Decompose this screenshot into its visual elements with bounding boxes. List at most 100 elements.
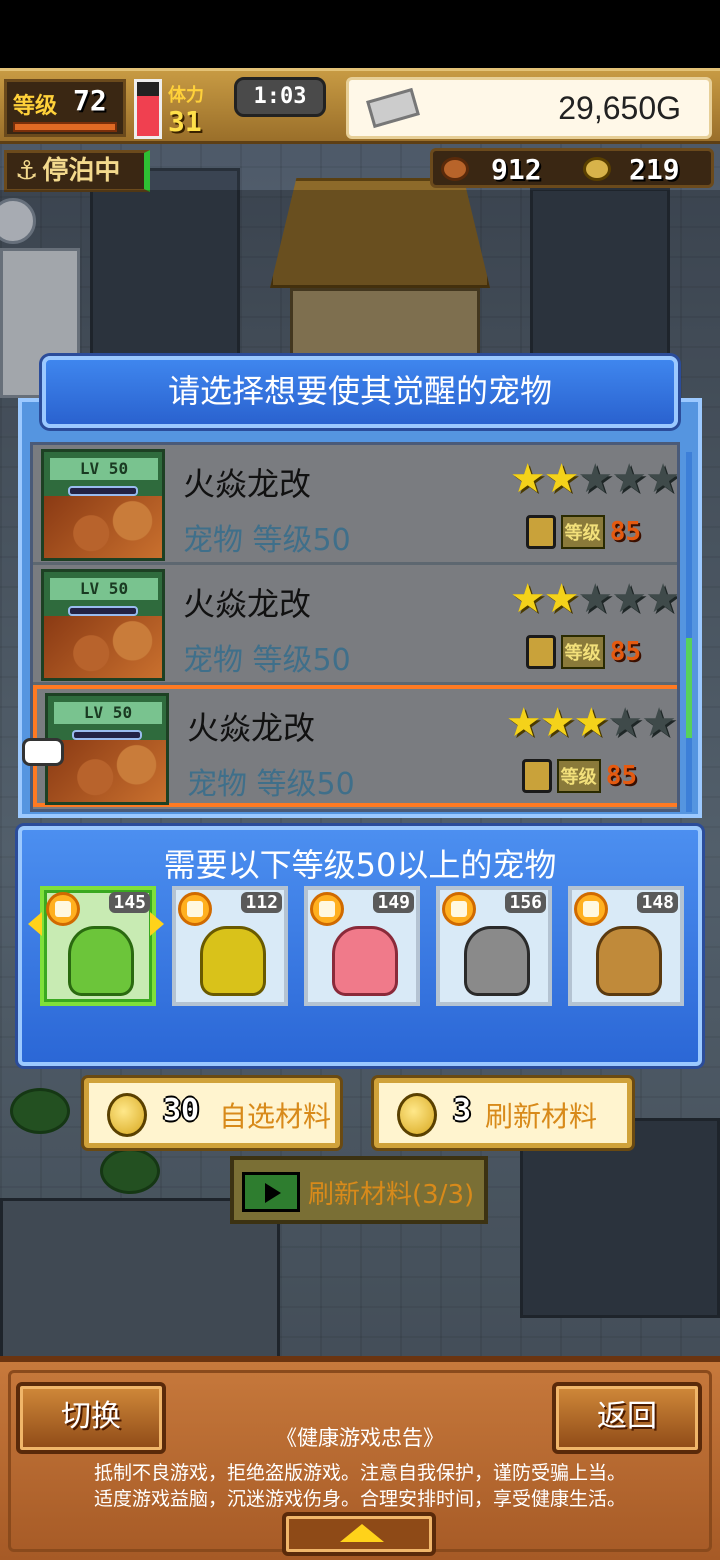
- harbor-status[interactable]: ⚓ 停泊中: [4, 150, 150, 192]
- refresh-material-button[interactable]: 3 刷新材料: [374, 1078, 632, 1148]
- material-panel: 需要以下等级50以上的宠物 145 112 149 156 148: [18, 826, 702, 1066]
- video-refresh-label: 刷新材料(3/3): [308, 1180, 475, 1210]
- stamina-box: 体力 31: [168, 81, 204, 137]
- dialog-title-bar: 请选择想要使其觉醒的宠物: [42, 356, 678, 428]
- coin-badge-icon: [46, 892, 80, 926]
- level-value: 72: [73, 84, 107, 117]
- lock-icon: [521, 759, 552, 793]
- star-filled-icon: ★: [543, 456, 580, 502]
- awaken-lock: 等级 85: [521, 759, 637, 793]
- lock-icon: [525, 515, 556, 549]
- pet-name: 火焱龙改: [183, 585, 312, 623]
- awaken-lock: 等级 85: [525, 515, 641, 549]
- pet-level-tag: LV 50: [54, 702, 162, 724]
- lock-icon: [525, 635, 556, 669]
- pet-list: LV 50 火焱龙改 宠物 等级50 ★★★★★ 等级 85 LV 50 火焱龙…: [30, 442, 680, 812]
- dragon-sprite: [44, 496, 162, 558]
- star-empty-icon: ★: [577, 576, 613, 622]
- choose-label: 自选材料: [219, 1100, 332, 1133]
- stamina-label: 体力: [168, 85, 204, 106]
- armored-beast-sprite: [464, 926, 530, 996]
- pet-level-text: 宠物 等级50: [183, 643, 351, 678]
- health-notice-line: 适度游戏益脑，沉迷游戏伤身。合理安排时间，享受健康生活。: [93, 1488, 626, 1510]
- star-rating: ★★★★★: [510, 576, 679, 622]
- pet-name: 火焱龙改: [187, 709, 316, 747]
- timer: 1:03: [234, 77, 326, 117]
- arrow-right-icon[interactable]: [150, 912, 164, 936]
- bottom-bar: 切换 返回 《健康游戏忠告》 抵制不良游戏，拒绝盗版游戏。注意自我保护，谨防受骗…: [0, 1356, 720, 1560]
- star-filled-icon: ★: [509, 456, 546, 502]
- pet-row[interactable]: LV 50 火焱龙改 宠物 等级50 ★★★★★ 等级 85: [33, 445, 679, 565]
- arrow-up-icon: [340, 1524, 384, 1542]
- pet-thumbnail: LV 50: [41, 569, 165, 681]
- arrow-left-icon[interactable]: [28, 912, 42, 936]
- dragon-sprite: [44, 616, 162, 678]
- dinosaur-sprite: [596, 926, 662, 996]
- harbor-status-label: 停泊中: [42, 156, 121, 186]
- coin-icon: [397, 1093, 437, 1137]
- pointing-hand-icon: [22, 738, 64, 766]
- level-label: 等级: [13, 94, 58, 119]
- star-empty-icon: ★: [641, 700, 677, 746]
- medal-icon: [583, 157, 611, 181]
- lock-level-label: 等级: [560, 635, 605, 669]
- star-empty-icon: ★: [577, 456, 613, 502]
- video-refresh-button[interactable]: 刷新材料(3/3): [230, 1156, 488, 1224]
- choose-material-button[interactable]: 30 自选材料: [84, 1078, 340, 1148]
- scorpion-sprite: [200, 926, 266, 996]
- material-title: 需要以下等级50以上的宠物: [163, 846, 557, 884]
- star-filled-icon: ★: [543, 576, 580, 622]
- pet-list-panel: LV 50 火焱龙改 宠物 等级50 ★★★★★ 等级 85 LV 50 火焱龙…: [18, 398, 702, 818]
- material-slot[interactable]: 149: [304, 886, 420, 1006]
- status-bar: [0, 0, 720, 68]
- expand-button[interactable]: [282, 1512, 436, 1556]
- food-icon: [441, 157, 469, 181]
- star-filled-icon: ★: [505, 700, 542, 746]
- exp-bar: [13, 122, 117, 132]
- material-level: 112: [241, 892, 282, 913]
- material-level: 145: [109, 892, 150, 913]
- pet-name: 火焱龙改: [183, 465, 312, 503]
- lock-level-label: 等级: [560, 515, 605, 549]
- material-slot[interactable]: 112: [172, 886, 288, 1006]
- stamina-value: 31: [168, 105, 202, 138]
- star-empty-icon: ★: [607, 700, 643, 746]
- star-empty-icon: ★: [645, 576, 679, 622]
- pet-level-tag: LV 50: [50, 578, 158, 600]
- top-hud: 等级 72 体力 31 1:03 29,650G: [0, 68, 720, 144]
- green-dragon-sprite: [68, 926, 134, 996]
- medal-value: 219: [629, 153, 680, 186]
- refresh-label: 刷新材料: [485, 1100, 598, 1133]
- lock-level-label: 等级: [556, 759, 601, 793]
- star-empty-icon: ★: [611, 576, 647, 622]
- scrollbar-track[interactable]: [686, 452, 692, 812]
- pet-exp-bar: [68, 486, 138, 496]
- pet-thumbnail: LV 50: [41, 449, 165, 561]
- material-slot[interactable]: 156: [436, 886, 552, 1006]
- refresh-cost: 3: [453, 1093, 472, 1128]
- coin-badge-icon: [178, 892, 212, 926]
- star-rating: ★★★★★: [505, 700, 677, 746]
- coin-badge-icon: [310, 892, 344, 926]
- player-level-box: 等级 72: [4, 79, 126, 137]
- star-filled-icon: ★: [539, 700, 576, 746]
- material-slot[interactable]: 148: [568, 886, 684, 1006]
- star-empty-icon: ★: [645, 456, 679, 502]
- dragon-sprite: [48, 740, 166, 802]
- axolotl-sprite: [332, 926, 398, 996]
- pet-exp-bar: [68, 606, 138, 616]
- dialog-title: 请选择想要使其觉醒的宠物: [167, 372, 552, 410]
- material-level: 156: [505, 892, 546, 913]
- material-slot-selected[interactable]: 145: [40, 886, 156, 1006]
- pet-row-selected[interactable]: LV 50 火焱龙改 宠物 等级50 ★★★★★ 等级 85: [33, 685, 677, 807]
- material-level: 148: [637, 892, 678, 913]
- pet-level-text: 宠物 等级50: [187, 767, 355, 802]
- gold-value: 29,650G: [558, 90, 681, 126]
- scrollbar-thumb[interactable]: [686, 638, 692, 738]
- pet-row[interactable]: LV 50 火焱龙改 宠物 等级50 ★★★★★ 等级 85: [33, 565, 679, 685]
- pet-exp-bar: [72, 730, 142, 740]
- resource-bar: 912 219: [430, 148, 714, 188]
- anchor-icon: ⚓: [15, 156, 39, 186]
- gold-display[interactable]: 29,650G: [346, 77, 712, 139]
- health-notice-title: 《健康游戏忠告》: [276, 1426, 444, 1450]
